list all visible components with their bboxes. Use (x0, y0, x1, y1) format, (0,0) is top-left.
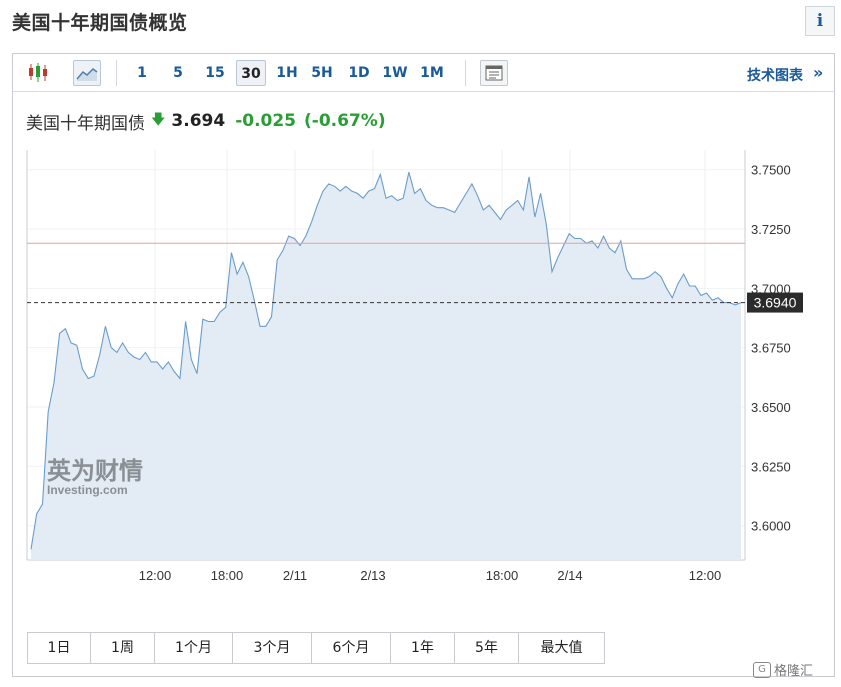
range-5y[interactable]: 5年 (455, 633, 519, 663)
page-title: 美国十年期国债概览 (12, 12, 188, 34)
range-6mo[interactable]: 6个月 (312, 633, 391, 663)
range-1w[interactable]: 1周 (91, 633, 155, 663)
x-tick-label: 12:00 (689, 568, 722, 583)
y-tick-label: 3.6000 (751, 519, 791, 534)
x-tick-label: 2/11 (283, 568, 307, 583)
site-watermark-text: 格隆汇 (774, 664, 814, 679)
range-1mo[interactable]: 1个月 (155, 633, 233, 663)
site-watermark: G 格隆汇 (753, 660, 813, 679)
y-tick-label: 3.6500 (751, 400, 791, 415)
current-price-label: 3.6940 (754, 295, 797, 311)
y-tick-label: 3.6250 (751, 459, 791, 474)
range-max[interactable]: 最大值 (519, 633, 604, 663)
investing-watermark-cn: 英为财情 (47, 457, 143, 485)
range-1d[interactable]: 1日 (28, 633, 91, 663)
y-tick-label: 3.7250 (751, 222, 791, 237)
x-tick-label: 18:00 (486, 568, 519, 583)
x-tick-label: 2/13 (360, 568, 385, 583)
gelonghui-logo-icon: G (753, 661, 771, 678)
x-tick-label: 18:00 (211, 568, 244, 583)
y-tick-label: 3.6750 (751, 341, 791, 356)
price-chart[interactable]: 3.75003.72503.70003.67503.65003.62503.60… (13, 54, 834, 634)
x-tick-label: 12:00 (139, 568, 172, 583)
range-3mo[interactable]: 3个月 (233, 633, 312, 663)
chart-panel: 1 5 15 30 1H 5H 1D 1W 1M 技术图表 » 美国十年期国债 … (12, 53, 835, 677)
x-tick-label: 2/14 (557, 568, 582, 583)
range-1y[interactable]: 1年 (391, 633, 455, 663)
y-tick-label: 3.7500 (751, 163, 791, 178)
info-button[interactable]: i (805, 6, 835, 36)
investing-watermark-en: Investing.com (47, 483, 128, 497)
range-selector: 1日 1周 1个月 3个月 6个月 1年 5年 最大值 (27, 632, 605, 664)
series-area (31, 172, 741, 560)
